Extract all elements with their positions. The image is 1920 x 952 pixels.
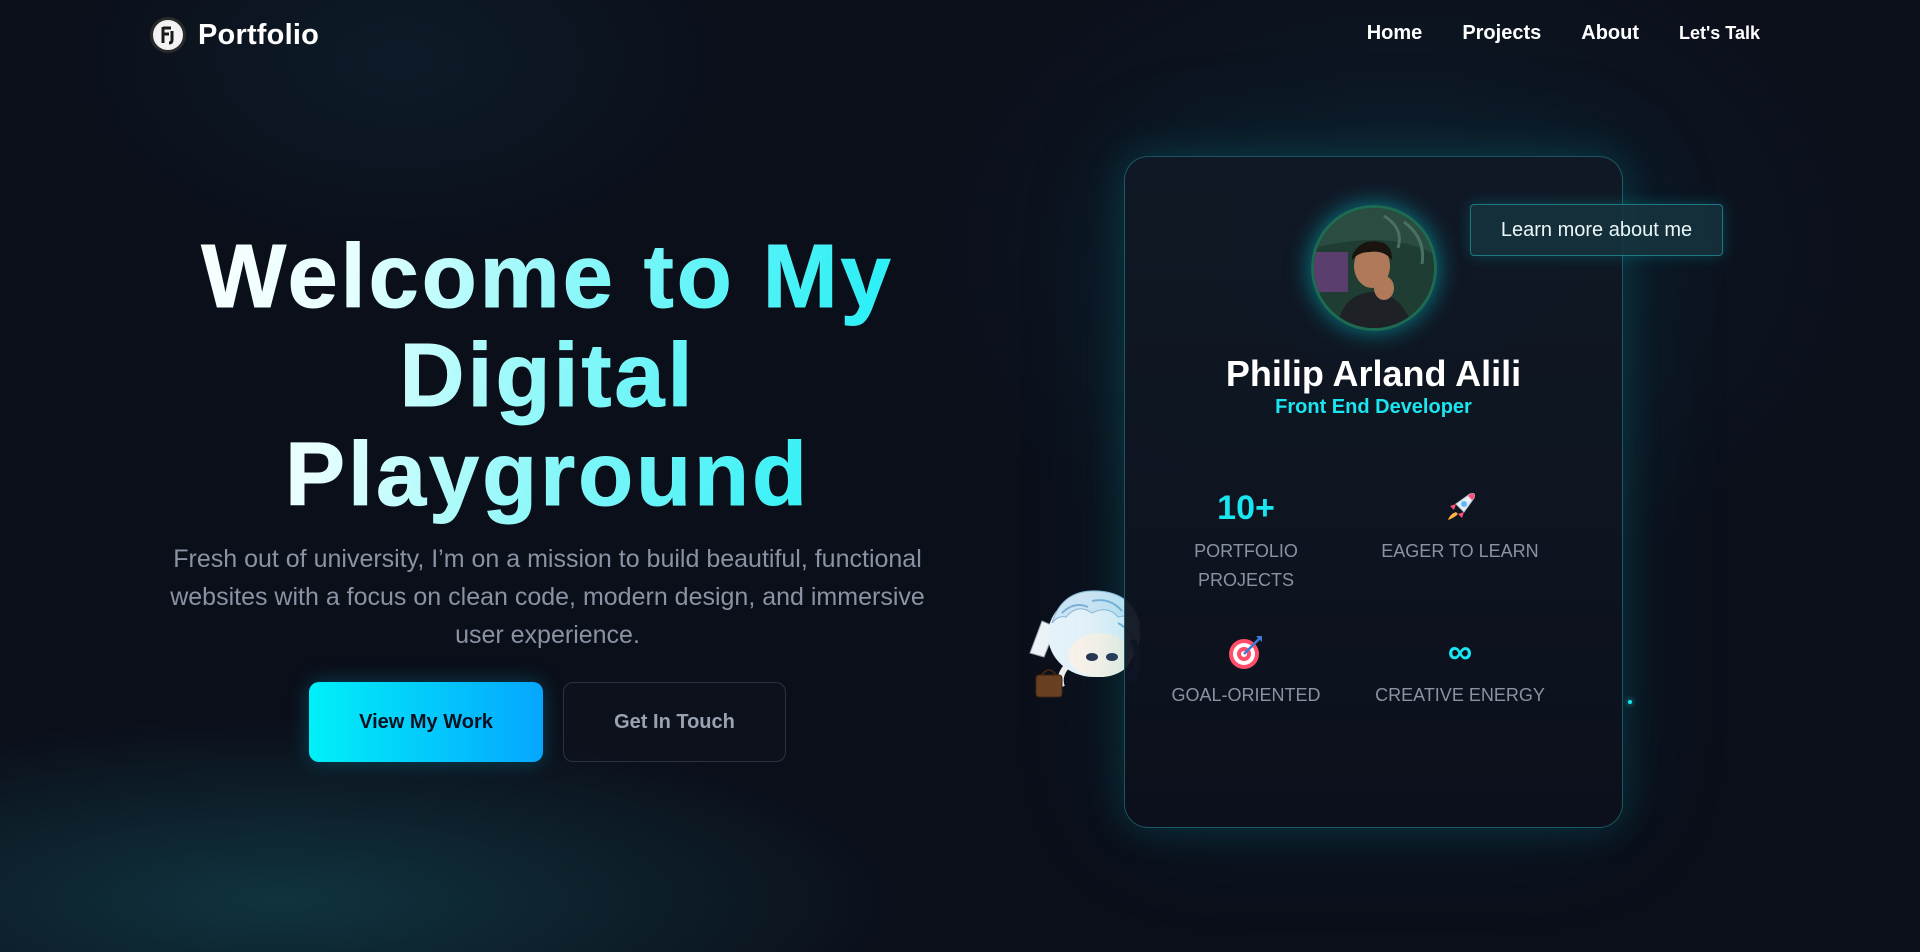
stat-goal-oriented: GOAL-ORIENTED bbox=[1146, 631, 1346, 710]
stat-creative-energy: ∞ CREATIVE ENERGY bbox=[1360, 631, 1560, 710]
nav-link-about[interactable]: About bbox=[1581, 22, 1639, 45]
brand[interactable]: Portfolio bbox=[150, 16, 319, 54]
glow-particle bbox=[1628, 700, 1632, 704]
stat-label: PORTFOLIO PROJECTS bbox=[1194, 541, 1298, 590]
learn-more-button[interactable]: Learn more about me bbox=[1470, 204, 1723, 256]
profile-role: Front End Developer bbox=[1275, 396, 1472, 418]
stat-portfolio-projects: 10+ PORTFOLIO PROJECTS bbox=[1146, 487, 1346, 595]
stat-eager-to-learn: EAGER TO LEARN bbox=[1360, 487, 1560, 566]
profile-avatar bbox=[1311, 205, 1437, 331]
nav-link-projects[interactable]: Projects bbox=[1462, 22, 1541, 45]
stat-label: EAGER TO LEARN bbox=[1381, 541, 1539, 561]
target-icon bbox=[1146, 631, 1346, 673]
rocket-icon bbox=[1360, 487, 1560, 529]
view-my-work-button[interactable]: View My Work bbox=[309, 682, 543, 762]
hero-title-line-2: Digital bbox=[399, 326, 696, 426]
stat-label: GOAL-ORIENTED bbox=[1171, 685, 1321, 705]
nav-link-home[interactable]: Home bbox=[1367, 22, 1423, 45]
stat-label: CREATIVE ENERGY bbox=[1375, 685, 1545, 705]
nav-links: Home Projects About Let's Talk bbox=[1367, 22, 1760, 45]
stat-value: 10+ bbox=[1217, 489, 1275, 527]
profile-name: Philip Arland Alili bbox=[1225, 353, 1522, 394]
portfolio-logo-icon bbox=[150, 17, 186, 53]
stat-value: ∞ bbox=[1447, 633, 1473, 671]
profile-card: Philip Arland Alili Front End Developer … bbox=[1124, 156, 1623, 828]
nav-link-lets-talk[interactable]: Let's Talk bbox=[1679, 23, 1760, 44]
hero-title: Welcome to My Digital Playground bbox=[140, 227, 955, 525]
get-in-touch-button[interactable]: Get In Touch bbox=[563, 682, 786, 762]
top-navigation: Portfolio Home Projects About Let's Talk bbox=[0, 0, 1920, 70]
brand-name: Portfolio bbox=[198, 18, 320, 51]
hero-title-line-3: Playground bbox=[284, 425, 811, 525]
hero-title-line-1: Welcome to My bbox=[201, 227, 894, 327]
hero-subtitle: Fresh out of university, I’m on a missio… bbox=[170, 545, 925, 649]
